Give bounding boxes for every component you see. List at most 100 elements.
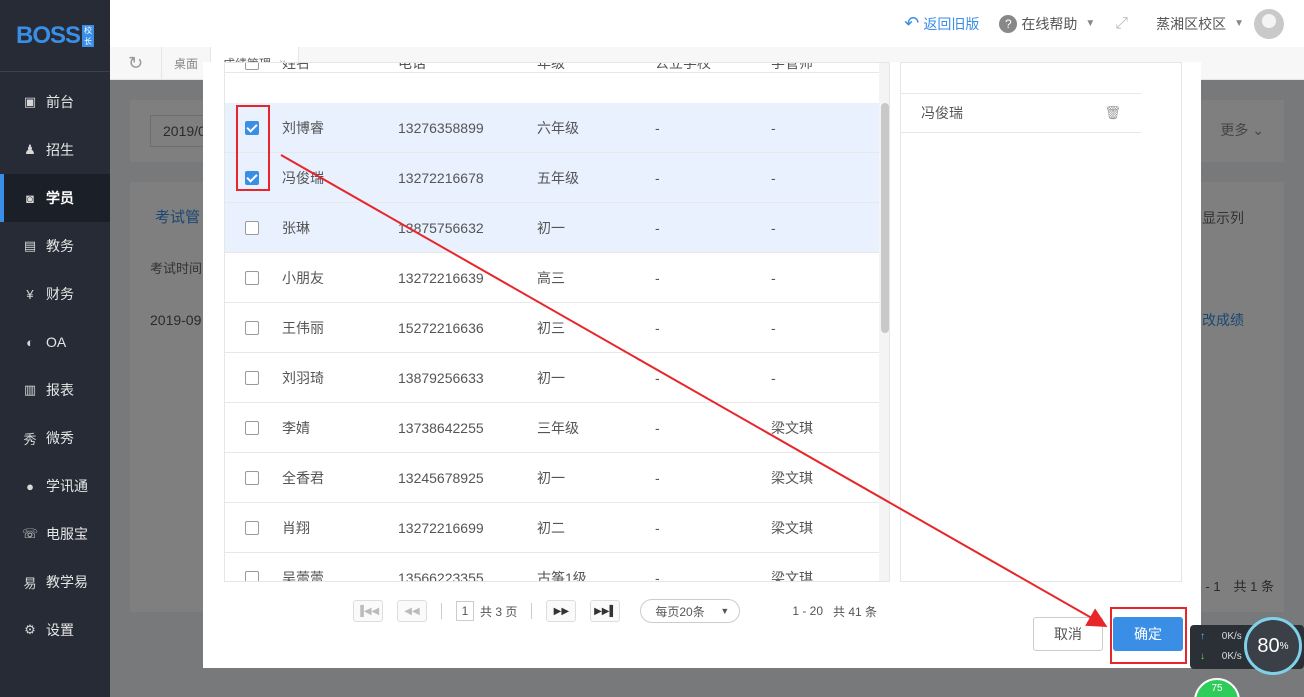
table-row[interactable]: 刘博睿 13276358899 六年级 - -: [225, 103, 881, 153]
sidebar-item-dianfubao[interactable]: ☏ 电服宝: [0, 510, 110, 558]
row-checkbox[interactable]: [245, 370, 259, 385]
sidebar-nav: ▣ 前台 ♟ 招生 ◙ 学员 ▤ 教务 ¥ 财务 ◐ OA ▥ 报表 秀微秀 ● 学讯通 ☏ 电服…: [0, 72, 110, 654]
table-row[interactable]: 冯俊瑞 13272216678 五年级 - -: [225, 153, 881, 203]
cell-name: 李婧: [282, 419, 310, 436]
sidebar-item-label: 招生: [46, 142, 74, 158]
avatar[interactable]: [1254, 8, 1284, 39]
header-name: 姓名: [282, 62, 310, 71]
logo[interactable]: BOSS 校长: [0, 0, 110, 72]
trash-icon[interactable]: 🗑: [1104, 105, 1121, 121]
sidebar-item-front-desk[interactable]: ▣ 前台: [0, 78, 110, 126]
cell-teacher: -: [771, 369, 776, 386]
selected-student-name: 冯俊瑞: [921, 105, 963, 121]
sidebar-item-reports[interactable]: ▥ 报表: [0, 366, 110, 414]
header-teacher: 学管师: [771, 62, 813, 71]
page-number-input[interactable]: 1: [456, 601, 474, 621]
cell-teacher: -: [771, 269, 776, 286]
row-checkbox[interactable]: [245, 220, 259, 235]
first-page-button[interactable]: ▐◀◀: [353, 600, 383, 622]
back-to-old-version-link[interactable]: ↶ 返回旧版: [904, 13, 979, 34]
book-icon: ▤: [23, 238, 37, 253]
cell-phone: 13245678925: [398, 469, 484, 486]
table-row[interactable]: 吴蕾蕾 13566223355 古筝1级 - 梁文琪: [225, 553, 881, 582]
next-page-button[interactable]: ▶▶: [546, 600, 577, 622]
chat-icon: ◐: [26, 334, 34, 350]
sidebar-item-xuexuntong[interactable]: ● 学讯通: [0, 462, 110, 510]
row-checkbox[interactable]: [245, 320, 259, 335]
cell-teacher: 梁文琪: [771, 519, 813, 536]
cell-teacher: 梁文琪: [771, 419, 813, 436]
sidebar-item-settings[interactable]: ⚙ 设置: [0, 606, 110, 654]
sidebar-item-label: 财务: [46, 286, 74, 302]
table-scrollbar-thumb[interactable]: [881, 103, 889, 333]
table-row[interactable]: 张琳 13875756632 初一 - -: [225, 203, 881, 253]
cell-name: 小朋友: [282, 269, 324, 286]
sidebar-item-oa[interactable]: ◐ OA: [0, 318, 110, 366]
sidebar-item-finance[interactable]: ¥ 财务: [0, 270, 110, 318]
last-page-button[interactable]: ▶▶▌: [590, 600, 621, 622]
table-row[interactable]: 王伟丽 15272216636 初三 - -: [225, 303, 881, 353]
cell-name: 刘羽琦: [282, 369, 324, 386]
annotation-highlight-checkboxes: [236, 105, 270, 191]
fullscreen-button[interactable]: ⤢: [1115, 15, 1128, 33]
row-checkbox[interactable]: [245, 520, 259, 535]
row-checkbox[interactable]: [245, 470, 259, 485]
cell-school: -: [655, 419, 660, 436]
table-row[interactable]: 小朋友 13272216639 高三 - -: [225, 253, 881, 303]
page-size-select[interactable]: 每页20条 ▼: [640, 599, 741, 623]
sidebar-item-label: 微秀: [46, 430, 74, 446]
caret-down-icon: ▼: [720, 606, 730, 616]
sidebar-item-enroll[interactable]: ♟ 招生: [0, 126, 110, 174]
cell-phone: 13738642255: [398, 419, 484, 436]
yen-icon: ¥: [26, 286, 34, 302]
arrow-up-icon: ↑: [1200, 631, 1205, 642]
campus-label: 蒸湘区校区: [1156, 15, 1227, 32]
back-old-label: 返回旧版: [923, 15, 980, 32]
prev-page-button[interactable]: ◀◀: [397, 600, 427, 622]
row-checkbox[interactable]: [245, 270, 259, 285]
help-label: 在线帮助: [1021, 15, 1078, 32]
logo-badge: 校长: [82, 24, 94, 47]
memory-gauge[interactable]: 80%: [1244, 617, 1302, 675]
cell-teacher: 梁文琪: [771, 469, 813, 486]
selected-students-panel: 冯俊瑞 🗑: [900, 62, 1182, 582]
campus-selector[interactable]: 蒸湘区校区 ▼: [1156, 14, 1244, 34]
cell-teacher: -: [771, 319, 776, 336]
row-checkbox[interactable]: [245, 570, 259, 581]
cell-school: -: [655, 219, 660, 236]
cell-school: -: [655, 519, 660, 536]
table-row[interactable]: 全香君 13245678925 初一 - 梁文琪: [225, 453, 881, 503]
cell-teacher: -: [771, 169, 776, 186]
table-row[interactable]: 刘羽琦 13879256633 初一 - -: [225, 353, 881, 403]
help-menu[interactable]: ? 在线帮助 ▼: [999, 14, 1095, 34]
cancel-button[interactable]: 取消: [1033, 617, 1103, 651]
cell-grade: 高三: [537, 269, 565, 286]
table-row[interactable]: 肖翔 13272216699 初二 - 梁文琪: [225, 503, 881, 553]
table-row[interactable]: 李婧 13738642255 三年级 - 梁文琪: [225, 403, 881, 453]
gauge-value: 80: [1257, 634, 1280, 657]
cell-grade: 初一: [537, 369, 565, 386]
select-all-checkbox[interactable]: [245, 63, 259, 70]
bar-chart-icon: ▥: [23, 382, 37, 397]
student-table: 姓名 电话 年级 公立学校 学管师 刘博睿 13276358899 六年级 - …: [224, 62, 890, 582]
cell-grade: 初一: [537, 469, 565, 486]
sidebar-item-academic[interactable]: ▤ 教务: [0, 222, 110, 270]
cell-phone: 13875756632: [398, 219, 484, 236]
total-pages: 共 3 页: [480, 604, 518, 619]
sidebar-item-students[interactable]: ◙ 学员: [0, 174, 110, 222]
selected-student-item: 冯俊瑞 🗑: [901, 93, 1141, 133]
sidebar-item-jiaoxueyi[interactable]: 易教学易: [0, 558, 110, 606]
select-student-modal: 姓名 电话 年级 公立学校 学管师 刘博睿 13276358899 六年级 - …: [203, 62, 1201, 668]
page-size-value: 每页20条: [655, 604, 705, 619]
sidebar-item-label: 设置: [46, 622, 74, 638]
cell-name: 王伟丽: [282, 319, 324, 336]
cell-phone: 13272216639: [398, 269, 484, 286]
sidebar-item-weixiu[interactable]: 秀微秀: [0, 414, 110, 462]
caret-down-icon: ▼: [1085, 18, 1096, 29]
sidebar-item-label: 学员: [46, 190, 74, 206]
refresh-icon[interactable]: ↻: [110, 46, 162, 80]
cell-phone: 15272216636: [398, 319, 484, 336]
row-checkbox[interactable]: [245, 420, 259, 435]
cell-school: -: [655, 169, 660, 186]
cell-school: -: [655, 569, 660, 582]
